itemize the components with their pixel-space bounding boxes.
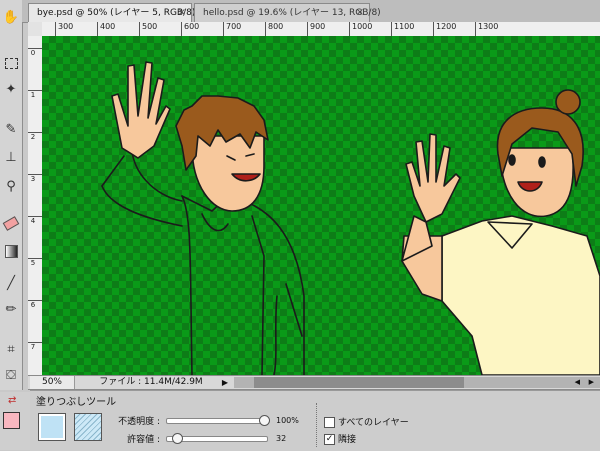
ruler-tick-label: 700 xyxy=(222,22,242,36)
ruler-tick-label: 1300 xyxy=(474,22,499,36)
opacity-value: 100% xyxy=(276,416,299,425)
ruler-tick-label: 1000 xyxy=(348,22,373,36)
gradient-icon[interactable] xyxy=(2,242,20,260)
fill-mode-pattern-button[interactable] xyxy=(74,413,102,441)
contiguous-checkbox[interactable]: ✓ xyxy=(324,434,335,445)
vertical-ruler[interactable]: 0 1 2 3 4 5 6 7 xyxy=(28,36,43,375)
contiguous-label: 隣接 xyxy=(338,435,357,445)
ruler-tick-label: 5 xyxy=(28,258,42,267)
brush-icon[interactable]: ✎ xyxy=(2,120,20,138)
ruler-tick-label: 900 xyxy=(306,22,326,36)
girl-hand xyxy=(405,133,461,223)
ruler-tick-label: 2 xyxy=(28,132,42,141)
ruler-tick-label: 1 xyxy=(28,90,42,99)
girl-hair-bun xyxy=(555,89,581,115)
ruler-origin[interactable] xyxy=(28,22,42,37)
status-menu-arrow-icon[interactable]: ▶ xyxy=(220,376,230,389)
tolerance-label: 許容値 : xyxy=(127,435,160,445)
tab-bye-psd[interactable]: bye.psd @ 50% (レイヤー 5, RGB/8) * × xyxy=(28,3,203,22)
ruler-tick-label: 600 xyxy=(180,22,200,36)
boy-hand xyxy=(111,61,171,159)
zoom-level-field[interactable]: 50% xyxy=(30,376,75,389)
ruler-tick-label: 3 xyxy=(28,174,42,183)
ruler-tick-label: 800 xyxy=(264,22,284,36)
tolerance-value: 32 xyxy=(276,434,287,443)
scroll-right-icon[interactable]: ▶ xyxy=(589,377,594,388)
document-tab-bar: bye.psd @ 50% (レイヤー 5, RGB/8) * × hello.… xyxy=(22,0,600,23)
foreground-color-swatch[interactable] xyxy=(3,412,20,429)
illustration-artwork xyxy=(101,61,600,375)
status-bar: 50% ファイル : 11.4M/42.9M ▶ ◀ ▶ xyxy=(28,375,600,390)
opacity-label: 不透明度 : xyxy=(118,417,160,427)
tool-name: 塗りつぶしツール xyxy=(36,397,117,408)
stamp-icon[interactable]: ⊥ xyxy=(2,148,20,166)
close-icon[interactable]: × xyxy=(356,4,364,22)
ruler-tick-label: 1200 xyxy=(432,22,457,36)
tab-hello-psd[interactable]: hello.psd @ 19.6% (レイヤー 13, RGB/8) × xyxy=(194,3,381,22)
hand-icon[interactable]: ✋ xyxy=(2,8,20,26)
all-layers-label: すべてのレイヤー xyxy=(338,418,409,428)
ruler-tick-label: 300 xyxy=(54,22,74,36)
close-icon[interactable]: × xyxy=(178,4,186,22)
scrollbar-thumb[interactable] xyxy=(254,377,464,388)
options-divider xyxy=(316,403,318,447)
tab-label: hello.psd @ 19.6% (レイヤー 13, RGB/8) xyxy=(203,8,381,18)
ruler-tick-label: 1100 xyxy=(390,22,415,36)
fill-mode-foreground-button[interactable] xyxy=(38,413,66,441)
line-icon[interactable]: ╱ xyxy=(2,274,20,292)
scroll-left-icon[interactable]: ◀ xyxy=(575,377,580,388)
zoom-icon[interactable]: ⚲ xyxy=(2,177,20,195)
horizontal-scrollbar[interactable]: ◀ ▶ xyxy=(234,377,600,388)
tool-options-panel: 塗りつぶしツール 不透明度 : 100% 許容値 : 32 すべてのレイヤー ✓… xyxy=(30,390,600,451)
document-canvas[interactable] xyxy=(42,36,600,375)
file-size-info: ファイル : 11.4M/42.9M xyxy=(99,377,203,387)
ruler-tick-label: 400 xyxy=(96,22,116,36)
ruler-tick-label: 4 xyxy=(28,216,42,225)
toolbox: ✋ ✦ ✎ ⊥ ⚲ ╱ ✏ ⌗ ⛋ xyxy=(0,0,23,390)
pencil-icon[interactable]: ✏ xyxy=(2,300,20,318)
opacity-slider-knob[interactable] xyxy=(259,415,270,426)
transform-icon[interactable]: ⌗ xyxy=(2,340,20,358)
swap-colors-icon[interactable]: ⇄ xyxy=(8,395,16,406)
magic-wand-icon[interactable]: ✦ xyxy=(2,80,20,98)
color-well: ⇄ xyxy=(0,392,31,450)
ruler-tick-label: 500 xyxy=(138,22,158,36)
tolerance-slider-knob[interactable] xyxy=(172,433,183,444)
eraser-icon[interactable] xyxy=(2,214,20,232)
opacity-slider-track[interactable] xyxy=(166,418,268,424)
bucket-icon[interactable]: ⛋ xyxy=(2,366,20,384)
horizontal-ruler[interactable]: 300 400 500 600 700 800 900 1000 1100 1200 1300 xyxy=(42,22,600,37)
marquee-icon[interactable] xyxy=(2,54,20,72)
ruler-tick-label: 6 xyxy=(28,300,42,309)
all-layers-checkbox[interactable] xyxy=(324,417,335,428)
ruler-tick-label: 7 xyxy=(28,342,42,351)
girl-shirt xyxy=(441,215,600,375)
ruler-tick-label: 0 xyxy=(28,48,42,57)
